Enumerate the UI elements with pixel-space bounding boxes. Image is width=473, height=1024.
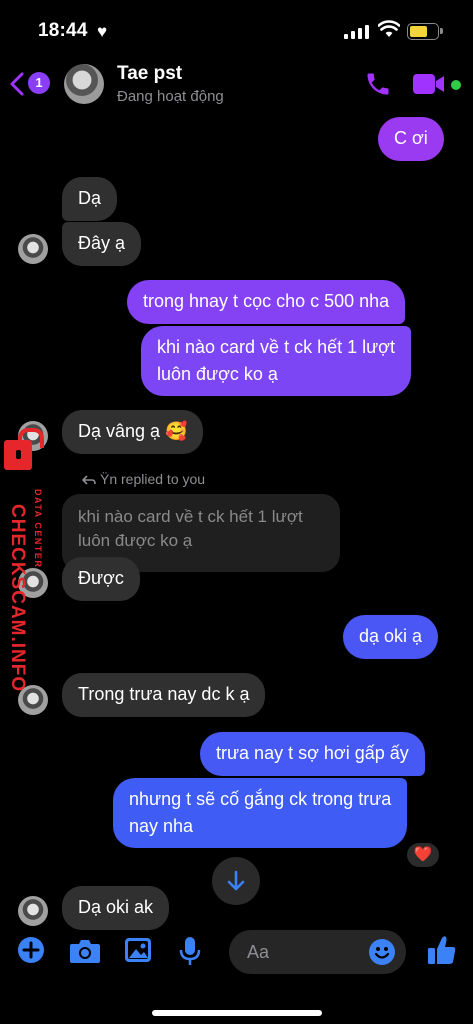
- message-incoming[interactable]: Dạ vâng ạ 🥰: [62, 410, 204, 454]
- avatar[interactable]: [18, 234, 48, 264]
- unread-badge: 1: [28, 72, 50, 94]
- composer-bar: Aa: [0, 924, 473, 980]
- watermark-brand: CHECKSCAM.INFO: [7, 504, 28, 693]
- back-button[interactable]: 1: [10, 70, 50, 98]
- add-icon[interactable]: [17, 936, 45, 964]
- scroll-to-bottom-button[interactable]: [212, 857, 260, 905]
- quoted-line: luôn được ko ạ: [78, 531, 193, 550]
- message-incoming[interactable]: Dạ: [62, 177, 118, 221]
- signal-icon: [344, 24, 370, 39]
- watermark: DATA CENTER CHECKSCAM.INFO: [0, 428, 60, 693]
- camera-icon[interactable]: [69, 938, 101, 964]
- reply-label: Ÿn replied to you: [81, 471, 205, 487]
- contact-name[interactable]: Tae pst: [117, 63, 182, 85]
- online-indicator: [449, 78, 463, 92]
- message-outgoing[interactable]: khi nào card về t ck hết 1 lượt luôn đượ…: [141, 326, 411, 396]
- message-line: luôn được ko ạ: [157, 364, 278, 384]
- message-outgoing[interactable]: dạ oki ạ: [343, 615, 439, 659]
- lock-icon: [4, 428, 44, 470]
- message-incoming[interactable]: Trong trưa nay dc k ạ: [62, 673, 266, 717]
- phone-icon[interactable]: [364, 70, 392, 98]
- message-input-placeholder: Aa: [247, 942, 270, 962]
- thumbs-up-icon[interactable]: [427, 934, 457, 966]
- gallery-icon[interactable]: [124, 937, 152, 963]
- heart-icon: ♥: [97, 22, 108, 41]
- presence-status: Đang hoạt động: [117, 88, 224, 105]
- message-outgoing[interactable]: trong hnay t cọc cho c 500 nha: [127, 280, 406, 324]
- avatar[interactable]: [18, 896, 48, 926]
- message-outgoing[interactable]: trưa nay t sợ hơi gấp ấy: [200, 732, 425, 776]
- message-incoming[interactable]: Đây ạ: [62, 222, 142, 266]
- heart-reaction[interactable]: ❤️: [405, 841, 441, 869]
- chat-header: 1 Tae pst Đang hoạt động: [0, 58, 473, 114]
- watermark-tagline: DATA CENTER: [33, 489, 43, 569]
- message-incoming[interactable]: Được: [62, 557, 140, 601]
- back-chevron-icon: [10, 72, 24, 96]
- contact-avatar[interactable]: [64, 64, 104, 104]
- message-outgoing[interactable]: nhưng t sẽ cố gắng ck trong trưa nay nha: [113, 778, 408, 848]
- battery-icon: [407, 23, 443, 40]
- emoji-icon[interactable]: [368, 938, 396, 966]
- message-line: nhưng t sẽ cố gắng ck trong trưa: [129, 789, 392, 809]
- quoted-line: khi nào card về t ck hết 1 lượt: [78, 507, 303, 526]
- arrow-down-icon: [227, 870, 245, 891]
- message-line: nay nha: [129, 816, 194, 836]
- video-camera-icon[interactable]: [412, 72, 446, 96]
- wifi-icon: [378, 20, 400, 37]
- message-line: khi nào card về t ck hết 1 lượt: [157, 337, 395, 357]
- message-outgoing[interactable]: C ơi: [378, 117, 444, 161]
- message-input[interactable]: Aa: [229, 930, 406, 974]
- microphone-icon[interactable]: [179, 936, 201, 966]
- status-time: 18:44: [38, 20, 88, 41]
- reply-arrow-icon: [81, 475, 96, 485]
- status-bar: 18:44 ♥: [0, 0, 473, 58]
- home-indicator: [152, 1010, 322, 1016]
